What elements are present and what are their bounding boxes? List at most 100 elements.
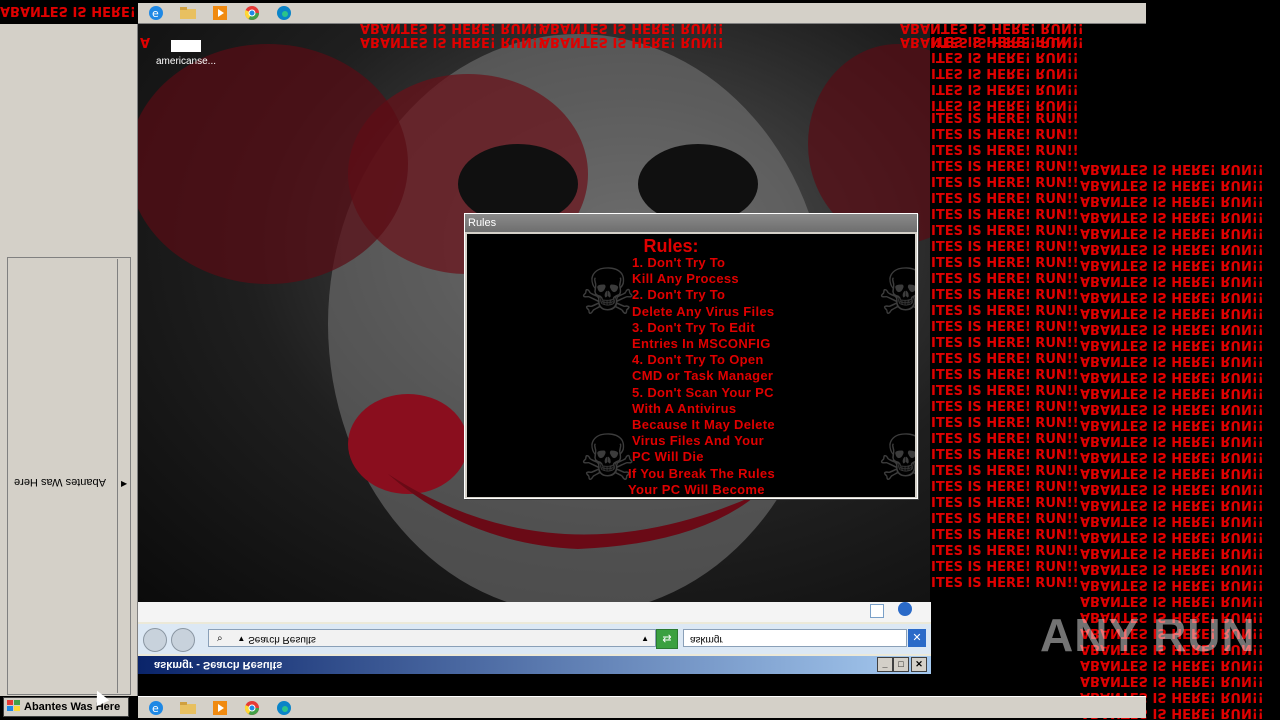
desktop-shortcut[interactable]: americanse... bbox=[150, 33, 222, 67]
stripe-text: ITES IS HERE! RUN!! bbox=[931, 208, 1079, 223]
rules-window-titlebar[interactable]: Rules bbox=[465, 214, 917, 232]
top-stripe-2: ABANTES IS HERE! RUN!! bbox=[360, 34, 544, 49]
stripe-text: ITES IS HERE! RUN!! bbox=[931, 288, 1079, 303]
explorer-icon[interactable] bbox=[178, 699, 198, 717]
stripe-text: ITES IS HERE! RUN!! bbox=[931, 304, 1079, 319]
ie-icon[interactable]: e bbox=[146, 699, 166, 717]
refresh-button[interactable]: ⇄ bbox=[656, 629, 678, 649]
rules-window[interactable]: Rules ☠ ☠ ☠ ☠ Rules: 1. Don't Try To Kill… bbox=[464, 213, 918, 499]
stripe-text: ABANTES IS HERE! RUN!! bbox=[1080, 321, 1264, 336]
file-icon bbox=[171, 40, 201, 52]
skull-icon: ☠ bbox=[877, 422, 915, 494]
rules-window-body: ☠ ☠ ☠ ☠ Rules: 1. Don't Try To Kill Any P… bbox=[467, 234, 915, 497]
stripe-text: ITES IS HERE! RUN!! bbox=[931, 496, 1079, 511]
stripe-text: ITES IS HERE! RUN!! bbox=[931, 128, 1079, 143]
chrome-icon[interactable] bbox=[242, 699, 262, 717]
explorer-window[interactable]: ⌕ ▲ Search Results ▲ ⇄ askmgr ✕ askmgr -… bbox=[138, 602, 931, 696]
stripe-text: ABANTES IS HERE! RUN!! bbox=[1080, 369, 1264, 384]
stripe-text: ITES IS HERE! RUN!! bbox=[931, 176, 1079, 191]
stripe-text: ITES IS HERE! RUN!! bbox=[931, 336, 1079, 351]
explorer-title: askmgr - Search Results bbox=[154, 659, 283, 671]
media-player-icon[interactable] bbox=[210, 699, 230, 717]
chevron-up-icon[interactable]: ▲ bbox=[641, 630, 649, 648]
explorer-titlebar[interactable]: askmgr - Search Results _ □ ✕ bbox=[138, 656, 931, 674]
ie-icon[interactable]: e bbox=[146, 4, 166, 22]
explorer-icon[interactable] bbox=[178, 4, 198, 22]
anyrun-watermark: ANY RUN bbox=[1040, 609, 1256, 661]
rule-line: Kill Any Process bbox=[632, 271, 739, 287]
stripe-text: ABANTES IS HERE! RUN!! bbox=[1080, 353, 1264, 368]
rule-line: 1. Don't Try To bbox=[632, 255, 726, 270]
stripe-text: ITES IS HERE! RUN!! bbox=[931, 560, 1079, 575]
desktop-shortcut-label: americanse... bbox=[155, 56, 217, 67]
rules-heading: Rules: bbox=[643, 236, 699, 256]
svg-text:e: e bbox=[152, 7, 159, 20]
stripe-text: ITES IS HERE! RUN!! bbox=[931, 112, 1079, 127]
edge-icon[interactable] bbox=[274, 4, 294, 22]
stripe-text: ABANTES IS HERE! RUN!! bbox=[1080, 225, 1264, 240]
stripe-text: ABANTES IS HERE! RUN!! bbox=[1080, 561, 1264, 576]
media-player-icon[interactable] bbox=[210, 4, 230, 22]
stripe-text: ABANTES IS HERE! RUN!! bbox=[1080, 305, 1264, 320]
stripe-text: ABANTES IS HERE! RUN!! bbox=[1080, 673, 1264, 688]
chrome-icon[interactable] bbox=[242, 4, 262, 22]
close-icon[interactable]: ✕ bbox=[908, 629, 926, 647]
rule-line: 5. Don't Scan Your PC bbox=[632, 384, 774, 400]
rule-line: Delete Any Virus Files bbox=[632, 303, 775, 319]
stripe-text: ITES IS HERE! RUN!! bbox=[931, 272, 1079, 287]
stripe-text: ABANTES IS HERE! RUN!! bbox=[1080, 337, 1264, 352]
stripe-text: ITES IS HERE! RUN!! bbox=[931, 81, 1079, 96]
top-stripe-4: ABANTES IS HERE! RUN!! bbox=[540, 34, 724, 49]
start-button[interactable]: Abantes Was Here bbox=[3, 697, 129, 717]
back-button[interactable] bbox=[143, 628, 167, 652]
stripe-text: ABANTES IS HERE! RUN!! bbox=[1080, 241, 1264, 256]
maximize-button[interactable]: □ bbox=[893, 657, 909, 672]
stripe-text: ITES IS HERE! RUN!! bbox=[931, 368, 1079, 383]
rule-line: Virus Files And Your bbox=[632, 433, 764, 449]
view-icon[interactable] bbox=[870, 604, 884, 618]
top-stripe-small: A bbox=[140, 34, 151, 49]
stripe-text: ABANTES IS HERE! RUN!! bbox=[1080, 481, 1264, 496]
stripe-text: ITES IS HERE! RUN!! bbox=[931, 464, 1079, 479]
stripe-text: ABANTES IS HERE! RUN!! bbox=[1080, 209, 1264, 224]
stripe-text: ITES IS HERE! RUN!! bbox=[931, 352, 1079, 367]
stripe-text: ABANTES IS HERE! RUN!! bbox=[1080, 593, 1264, 608]
stripe-text: ITES IS HERE! RUN!! bbox=[931, 144, 1079, 159]
chevron-up-icon: ▲ bbox=[237, 634, 246, 643]
search-input[interactable]: askmgr bbox=[683, 629, 907, 647]
bottom-taskbar: e bbox=[138, 696, 1146, 718]
stripe-text: ABANTES IS HERE! RUN!! bbox=[1080, 161, 1264, 176]
forward-button[interactable] bbox=[171, 628, 195, 652]
stripe-text: ITES IS HERE! RUN!! bbox=[931, 160, 1079, 175]
stripe-text: ITES IS HERE! RUN!! bbox=[931, 416, 1079, 431]
stripe-text: ABANTES IS HERE! RUN!! bbox=[1080, 385, 1264, 400]
right-column-a: ITES IS HERE! RUN!! ITES IS HERE! RUN!! IT… bbox=[931, 32, 1079, 592]
rule-line: CMD or Task Manager bbox=[632, 368, 774, 384]
stripe-text: ITES IS HERE! RUN!! bbox=[931, 256, 1079, 271]
stripe-text: ABANTES IS HERE! RUN!! bbox=[1080, 513, 1264, 528]
stripe-text: ABANTES IS HERE! RUN!! bbox=[1080, 497, 1264, 512]
stripe-text: ITES IS HERE! RUN!! bbox=[931, 480, 1079, 495]
close-button[interactable]: ✕ bbox=[911, 657, 927, 672]
address-bar[interactable]: ⌕ ▲ Search Results ▲ bbox=[208, 629, 656, 647]
stripe-text: ITES IS HERE! RUN!! bbox=[931, 528, 1079, 543]
stripe-text: ITES IS HERE! RUN!! bbox=[931, 400, 1079, 415]
stripe-text: ITES IS HERE! RUN!! bbox=[931, 544, 1079, 559]
left-inner-divider bbox=[117, 259, 118, 693]
stripe-text: ITES IS HERE! RUN!! bbox=[931, 192, 1079, 207]
stripe-text: ABANTES IS HERE! RUN!! bbox=[1080, 273, 1264, 288]
help-icon[interactable] bbox=[898, 602, 912, 616]
stripe-text: ITES IS HERE! RUN!! bbox=[931, 448, 1079, 463]
rule-line: If You Break The Rules bbox=[628, 465, 775, 481]
stripe-text: ITES IS HERE! RUN!! bbox=[931, 384, 1079, 399]
minimize-button[interactable]: _ bbox=[877, 657, 893, 672]
edge-icon[interactable] bbox=[274, 699, 294, 717]
top-taskbar: e bbox=[138, 3, 1146, 24]
stripe-text: ITES IS HERE! RUN!! bbox=[931, 49, 1079, 64]
rules-list: 1. Don't Try To Kill Any Process 2. Don't … bbox=[628, 255, 775, 497]
rule-line: 2. Don't Try To bbox=[632, 287, 726, 303]
stripe-text: ABANTES IS HERE! RUN!! bbox=[1080, 289, 1264, 304]
stripe-text: ABANTES IS HERE! RUN!! bbox=[1080, 433, 1264, 448]
chevron-right-icon[interactable]: ▶ bbox=[121, 479, 127, 488]
start-button-label: Abantes Was Here bbox=[24, 701, 121, 713]
